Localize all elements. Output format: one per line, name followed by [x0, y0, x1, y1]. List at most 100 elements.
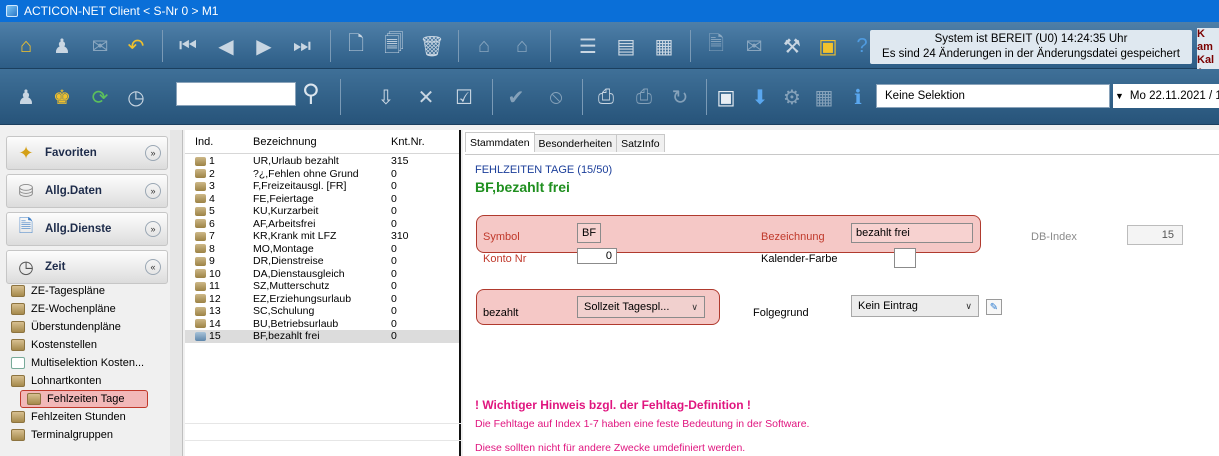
database-icon: ⛁: [18, 180, 34, 201]
gear-icon[interactable]: ⚙: [776, 81, 808, 113]
chevron-icon[interactable]: »: [145, 183, 161, 199]
confirm-icon[interactable]: ✔: [500, 81, 532, 113]
section-zeit[interactable]: ◷ Zeit «: [6, 250, 168, 284]
table-row[interactable]: 8 MO,Montage 0: [185, 243, 459, 256]
next-record-icon[interactable]: ▶: [248, 30, 280, 62]
table-row[interactable]: 7 KR,Krank mit LFZ 310: [185, 230, 459, 243]
users-icon[interactable]: ♟: [46, 30, 78, 62]
section-allg-daten[interactable]: ⛁ Allg.Daten »: [6, 174, 168, 208]
new-document-icon[interactable]: 🗋: [340, 30, 372, 62]
table-row[interactable]: 4 FE,Feiertage 0: [185, 193, 459, 206]
symbol-field[interactable]: BF: [577, 223, 601, 243]
record-icon: [195, 181, 206, 191]
first-record-icon[interactable]: ⏮: [172, 30, 204, 62]
print-preview-icon[interactable]: ⎙: [628, 81, 660, 113]
table-row[interactable]: 14 BU,Betriebsurlaub 0: [185, 318, 459, 331]
import-icon[interactable]: ⇩: [370, 81, 402, 113]
chevron-icon[interactable]: »: [145, 221, 161, 237]
konto-field[interactable]: 0: [577, 248, 617, 264]
gauge-icon[interactable]: ◷: [120, 81, 152, 113]
report-icon[interactable]: ▤: [610, 30, 642, 62]
record-title: BF,bezahlt frei: [475, 179, 570, 195]
app-icon: [6, 5, 18, 17]
sidebar-item-kostenstellen[interactable]: Kostenstellen: [6, 336, 168, 354]
refresh-icon[interactable]: ⟳: [84, 81, 116, 113]
bezeichnung-field[interactable]: bezahlt frei: [851, 223, 973, 243]
edit-pencil-icon[interactable]: ✎: [986, 299, 1002, 315]
sidebar-scrollbar[interactable]: [170, 130, 182, 456]
record-icon: [195, 206, 206, 216]
table-row[interactable]: 3 F,Freizeitausgl. [FR] 0: [185, 180, 459, 193]
export-icon[interactable]: 🗎: [700, 30, 732, 62]
mail-send-icon[interactable]: ✉: [738, 30, 770, 62]
search-icon[interactable]: ⚲: [302, 79, 320, 108]
column-header-bezeichnung[interactable]: Bezeichnung: [247, 136, 381, 148]
chevron-icon[interactable]: «: [145, 259, 161, 275]
sidebar-item-lohnartkonten[interactable]: Lohnartkonten: [6, 372, 168, 390]
table-row[interactable]: 12 EZ,Erziehungsurlaub 0: [185, 293, 459, 306]
building-delete-icon[interactable]: ⌂: [506, 30, 538, 62]
section-allg-dienste[interactable]: 🗎 Allg.Dienste »: [6, 212, 168, 246]
table-row[interactable]: 6 AF,Arbeitsfrei 0: [185, 218, 459, 231]
table-row[interactable]: 2 ?¿,Fehlen ohne Grund 0: [185, 168, 459, 181]
folder-icon: [11, 321, 25, 333]
sidebar-item-ueberstundenplaene[interactable]: Überstundenpläne: [6, 318, 168, 336]
sidebar-item-ze-tagesplaene[interactable]: ZE-Tagespläne: [6, 282, 168, 300]
print-icon[interactable]: ⎙: [590, 81, 622, 113]
sidebar-item-fehlzeiten-stunden[interactable]: Fehlzeiten Stunden: [6, 408, 168, 426]
checklist-icon[interactable]: ☑: [448, 81, 480, 113]
tab-stammdaten[interactable]: Stammdaten: [465, 132, 535, 152]
prev-record-icon[interactable]: ◀: [210, 30, 242, 62]
table-row[interactable]: 1 UR,Urlaub bezahlt 315: [185, 155, 459, 168]
tab-satzinfo[interactable]: SatzInfo: [616, 134, 665, 152]
folder-icon: [11, 285, 25, 297]
sidebar-item-fehlzeiten-tage[interactable]: Fehlzeiten Tage: [20, 390, 148, 408]
users-group-icon[interactable]: ♟: [10, 81, 42, 113]
cancel-icon[interactable]: ⦸: [540, 81, 572, 113]
tools-icon[interactable]: ⚒: [776, 30, 808, 62]
table-row-selected[interactable]: 15 BF,bezahlt frei 0: [185, 330, 459, 343]
person-edit-icon[interactable]: ♚: [46, 81, 78, 113]
column-header-ind[interactable]: Ind.: [185, 136, 247, 148]
mail-icon[interactable]: ✉: [84, 30, 116, 62]
sidebar-item-ze-wochenplaene[interactable]: ZE-Wochenpläne: [6, 300, 168, 318]
chevron-down-icon[interactable]: ▼: [1115, 91, 1124, 101]
download-icon[interactable]: ⬇: [744, 81, 776, 113]
table-row[interactable]: 5 KU,Kurzarbeit 0: [185, 205, 459, 218]
copy-document-icon[interactable]: 🗐: [378, 30, 410, 62]
sidebar-item-terminalgruppen[interactable]: Terminalgruppen: [6, 426, 168, 444]
record-icon: [195, 256, 206, 266]
calculator-icon[interactable]: ▦: [808, 81, 840, 113]
folder-icon: [11, 303, 25, 315]
section-favoriten[interactable]: ✦ Favoriten »: [6, 136, 168, 170]
info-icon[interactable]: ℹ: [842, 81, 874, 113]
bezahlt-dropdown[interactable]: Sollzeit Tagespl... ∨: [577, 296, 705, 318]
table-row[interactable]: 11 SZ,Mutterschutz 0: [185, 280, 459, 293]
last-record-icon[interactable]: ⏭: [286, 30, 318, 62]
reload-icon[interactable]: ↻: [664, 81, 696, 113]
folder-icon: [11, 429, 25, 441]
table-icon[interactable]: ▦: [648, 30, 680, 62]
chevron-icon[interactable]: »: [145, 145, 161, 161]
kalenderfarbe-picker[interactable]: [894, 248, 916, 268]
sidebar-item-multiselektion[interactable]: Multiselektion Kosten...: [6, 354, 168, 372]
selection-dropdown[interactable]: Keine Selektion: [876, 84, 1110, 108]
table-row[interactable]: 13 SC,Schulung 0: [185, 305, 459, 318]
undo-icon[interactable]: ↶: [120, 30, 152, 62]
building-icon[interactable]: ⌂: [468, 30, 500, 62]
column-header-kntnr[interactable]: Knt.Nr.: [381, 136, 441, 148]
terminal-icon[interactable]: ▣: [812, 30, 844, 62]
trash-icon[interactable]: 🗑: [416, 30, 448, 62]
folgegrund-dropdown[interactable]: Kein Eintrag ∨: [851, 295, 979, 317]
save-icon[interactable]: ▣: [710, 81, 742, 113]
list-icon[interactable]: ☰: [572, 30, 604, 62]
datetime-display: ▼ Mo 22.11.2021 / 12:04 Uhr: [1113, 84, 1219, 108]
tab-besonderheiten[interactable]: Besonderheiten: [533, 134, 618, 152]
search-input[interactable]: [176, 82, 296, 106]
table-row[interactable]: 9 DR,Dienstreise 0: [185, 255, 459, 268]
settings-tools-icon[interactable]: ✕: [410, 81, 442, 113]
clock-icon: ◷: [18, 256, 34, 277]
record-icon: [195, 244, 206, 254]
home-icon[interactable]: ⌂: [10, 30, 42, 62]
table-row[interactable]: 10 DA,Dienstausgleich 0: [185, 268, 459, 281]
